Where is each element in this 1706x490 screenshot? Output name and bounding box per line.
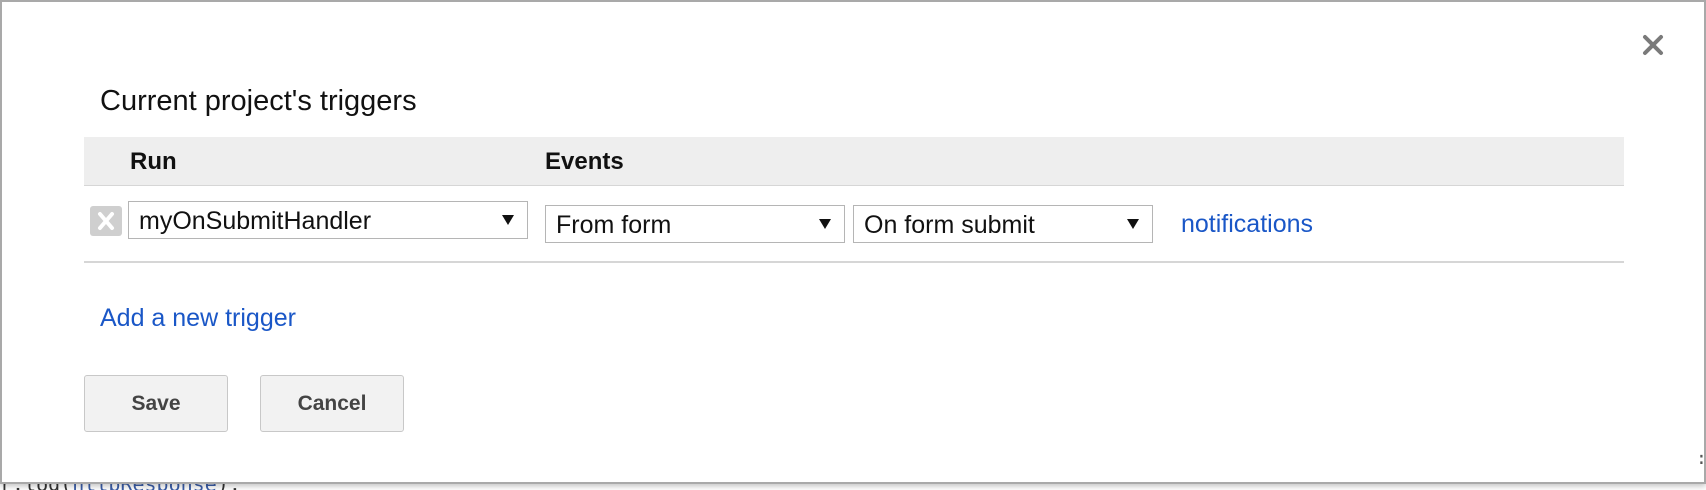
close-button[interactable] <box>1638 30 1668 60</box>
dialog-title: Current project's triggers <box>100 85 417 117</box>
resize-grip-icon[interactable]: : <box>1696 448 1706 470</box>
add-trigger-link[interactable]: Add a new trigger <box>100 303 296 333</box>
event-source-select[interactable]: From form <box>545 205 845 243</box>
triggers-dialog: Current project's triggers Run Events my… <box>0 0 1706 484</box>
function-select-value: myOnSubmitHandler <box>139 207 372 235</box>
dropdown-arrow-icon <box>501 213 515 227</box>
triggers-table-header: Run Events <box>84 137 1624 186</box>
close-icon <box>1643 35 1663 55</box>
delete-trigger-button[interactable] <box>90 206 122 236</box>
event-type-select[interactable]: On form submit <box>853 205 1153 243</box>
delete-icon <box>98 212 114 230</box>
notifications-link[interactable]: notifications <box>1181 209 1313 239</box>
event-type-select-value: On form submit <box>864 211 1035 239</box>
dropdown-arrow-icon <box>818 217 832 231</box>
event-source-select-value: From form <box>556 211 672 239</box>
function-select[interactable]: myOnSubmitHandler <box>128 201 528 239</box>
cancel-button[interactable]: Cancel <box>260 375 404 432</box>
row-divider <box>84 261 1624 263</box>
column-header-events: Events <box>545 148 624 175</box>
column-header-run: Run <box>130 148 177 175</box>
dropdown-arrow-icon <box>1126 217 1140 231</box>
save-button[interactable]: Save <box>84 375 228 432</box>
